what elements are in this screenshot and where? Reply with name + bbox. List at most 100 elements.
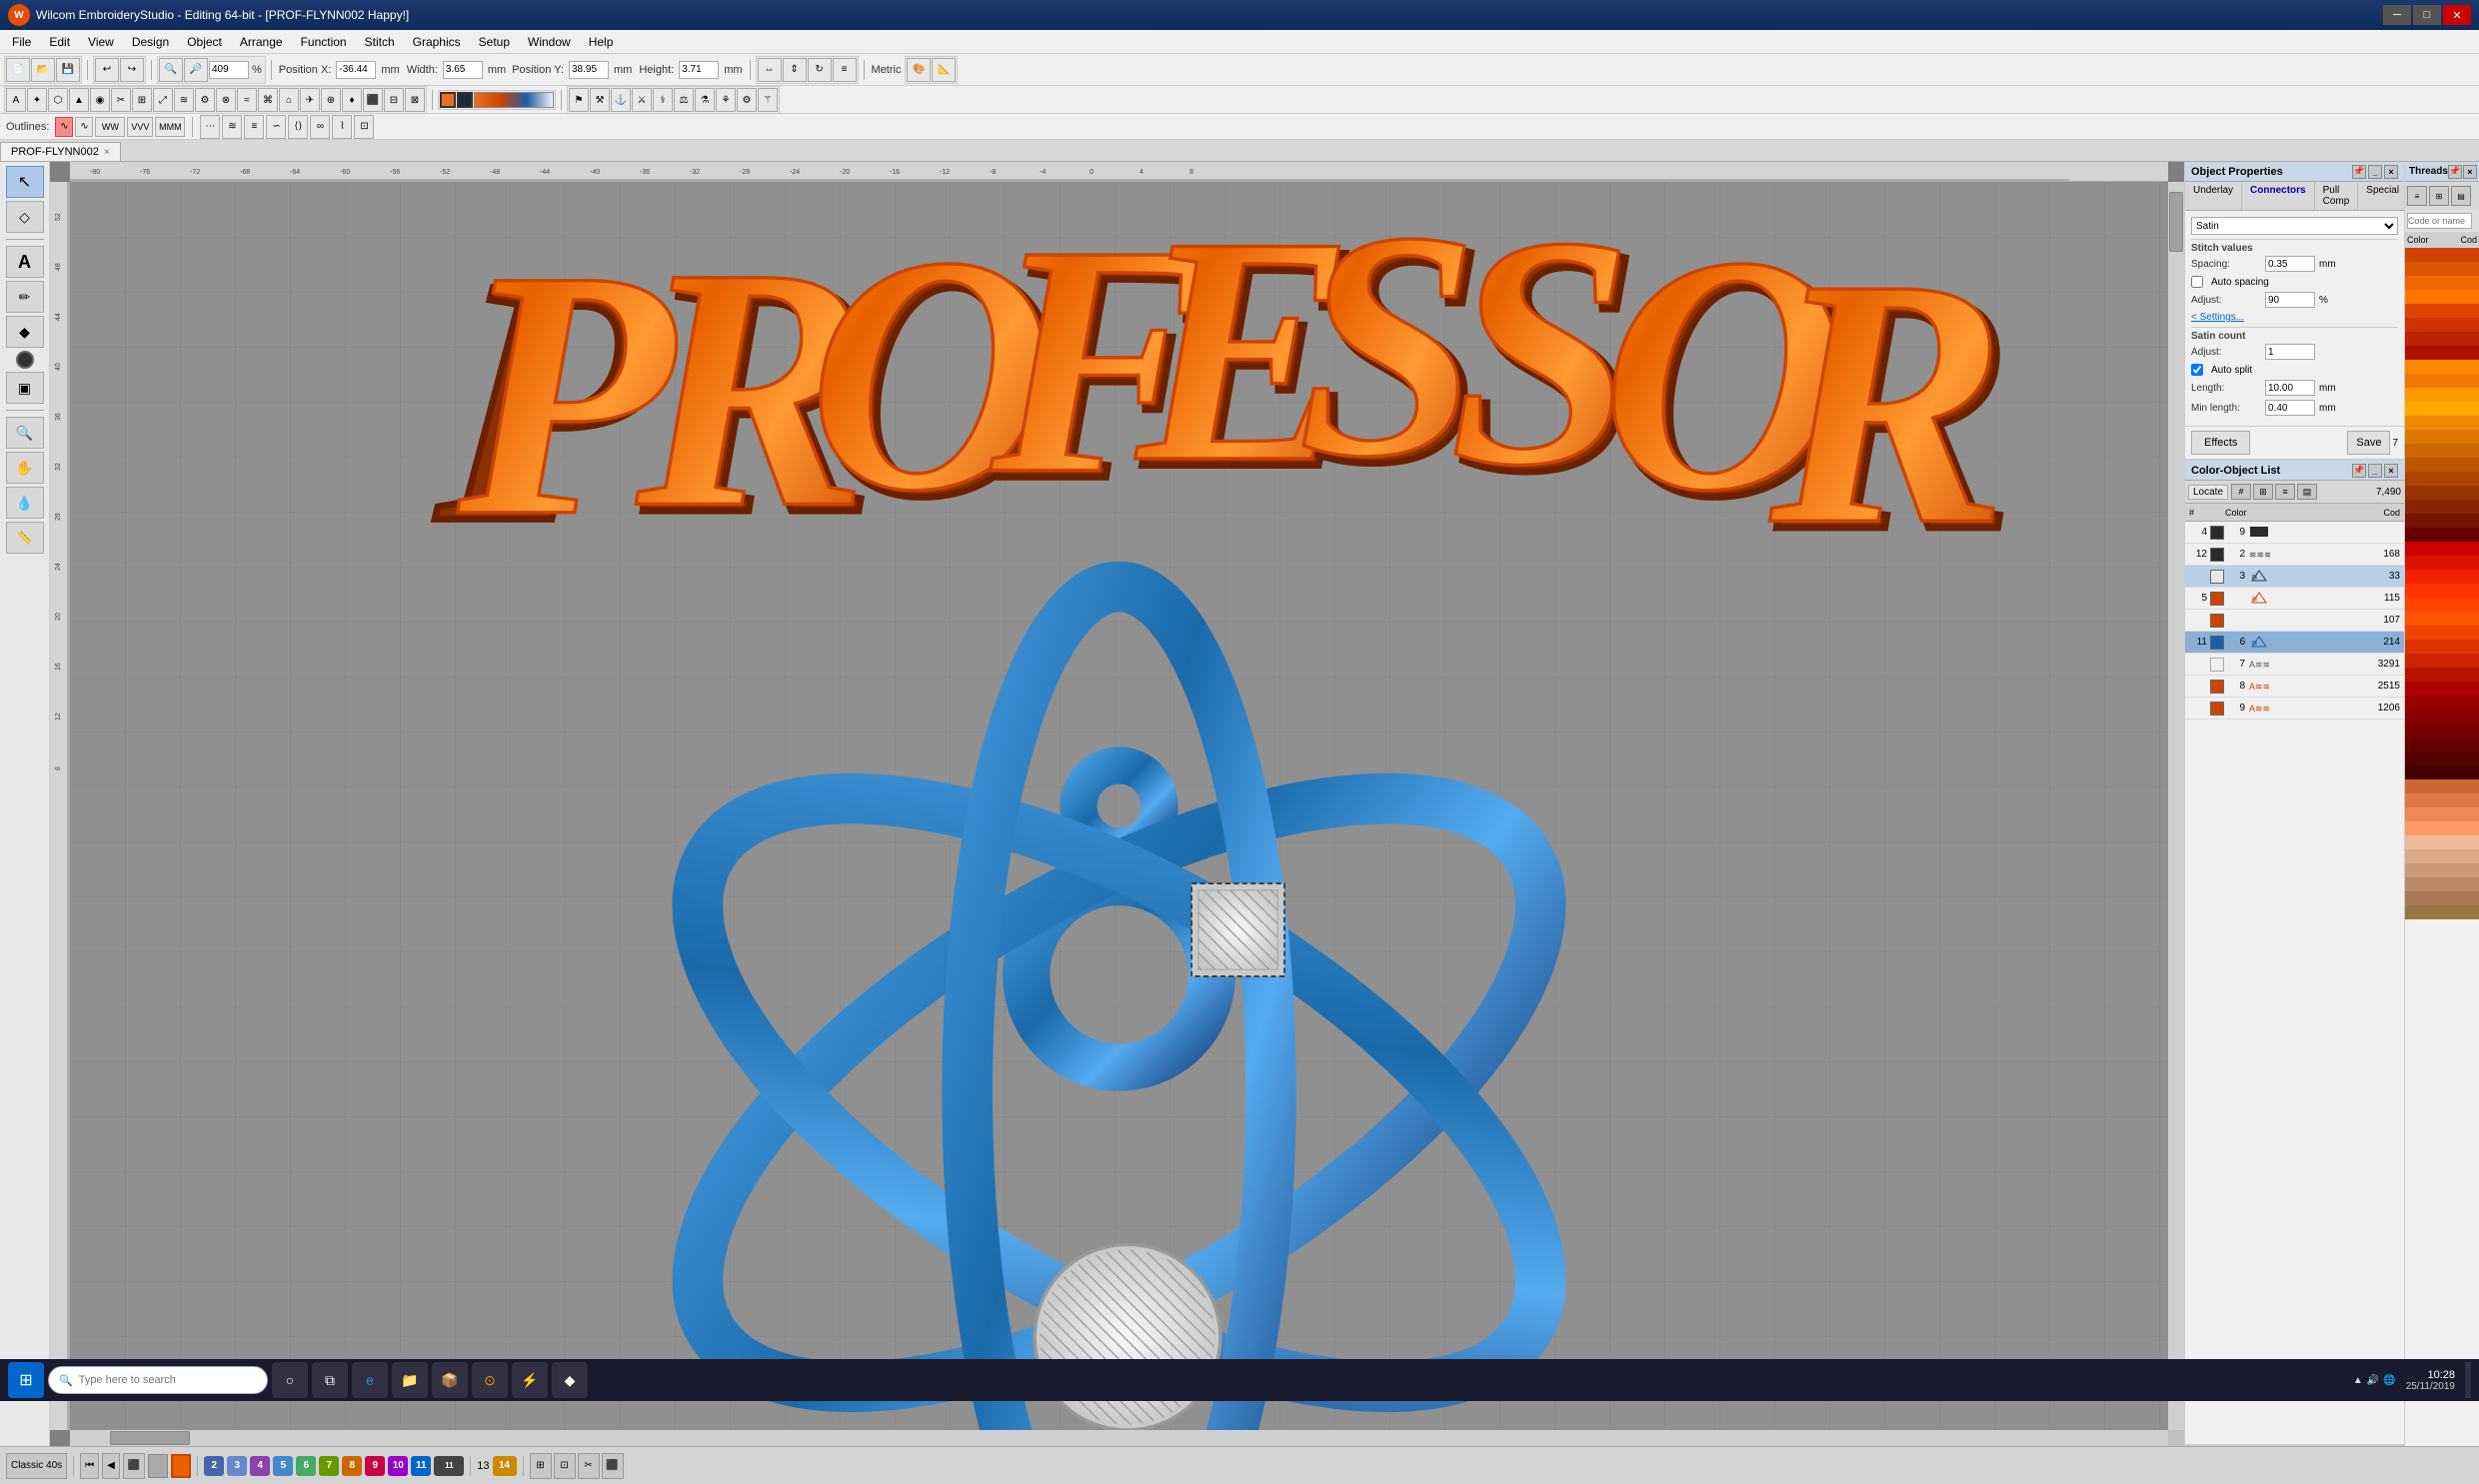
action-btn6[interactable]: ⚖ — [674, 88, 694, 112]
thread-swatch-42[interactable] — [2405, 821, 2479, 835]
thread-swatch-34[interactable] — [2405, 710, 2479, 724]
thread-swatch-37[interactable] — [2405, 751, 2479, 765]
col-panel-pin[interactable]: 📌 — [2352, 464, 2366, 478]
minimize-button[interactable]: ─ — [2383, 5, 2411, 25]
taskbar-cortana[interactable]: ○ — [272, 1362, 308, 1398]
thread-swatch-23[interactable] — [2405, 556, 2479, 570]
select-tool[interactable]: ↖ — [6, 166, 44, 198]
flip-h-btn[interactable]: ⇔ — [758, 58, 782, 82]
save-file-btn[interactable]: 💾 — [56, 58, 80, 82]
effects-button[interactable]: Effects — [2191, 431, 2250, 455]
bt-icon-4[interactable]: ⬛ — [602, 1453, 624, 1479]
outline-btn5[interactable]: MMM — [155, 117, 185, 137]
tab-icon-1[interactable]: # — [2231, 484, 2251, 500]
stitch-btn13[interactable]: ⌘ — [258, 88, 278, 112]
length-input[interactable]: 10.00 — [2265, 380, 2315, 396]
doc-tab-active[interactable]: PROF-FLYNN002 × — [0, 142, 121, 161]
threads-ctrl-1[interactable]: ≡ — [2407, 186, 2427, 206]
scroll-thumb-h[interactable] — [110, 1431, 190, 1445]
menu-object[interactable]: Object — [179, 33, 230, 51]
thread-swatch-41[interactable] — [2405, 807, 2479, 821]
stitch-btn3[interactable]: ⬡ — [48, 88, 68, 112]
hand-tool[interactable]: ✋ — [6, 452, 44, 484]
stitch-btn17[interactable]: ♦ — [342, 88, 362, 112]
threads-ctrl-2[interactable]: ⊞ — [2429, 186, 2449, 206]
thread-swatch-27[interactable] — [2405, 612, 2479, 626]
action-btn2[interactable]: ⚒ — [590, 88, 610, 112]
bt-num-4[interactable]: 4 — [250, 1456, 270, 1476]
bt-icon-2[interactable]: ⊡ — [554, 1453, 576, 1479]
thread-swatch-15[interactable] — [2405, 444, 2479, 458]
col-row-8[interactable]: 8 A≋≋ 2515 — [2185, 676, 2404, 698]
action-btn3[interactable]: ⚓ — [611, 88, 631, 112]
thread-swatch-40[interactable] — [2405, 793, 2479, 807]
new-btn[interactable]: 📄 — [6, 58, 30, 82]
thread-swatch-48[interactable] — [2405, 905, 2479, 919]
eyedropper-tool[interactable]: 💧 — [6, 487, 44, 519]
menu-view[interactable]: View — [80, 33, 122, 51]
thread-swatch-22[interactable] — [2405, 542, 2479, 556]
draw-tool[interactable]: ✏ — [6, 281, 44, 313]
col-row-2[interactable]: 12 2 ≋≋≋ 168 — [2185, 544, 2404, 566]
stitch-btn11[interactable]: ⊗ — [216, 88, 236, 112]
stitch-btn8[interactable]: ⤢ — [153, 88, 173, 112]
bt-swatch-1[interactable] — [148, 1454, 168, 1478]
open-btn[interactable]: 📂 — [31, 58, 55, 82]
stitch-btn16[interactable]: ⊕ — [321, 88, 341, 112]
action-btn9[interactable]: ⚙ — [737, 88, 757, 112]
redo-btn[interactable]: ↪ — [120, 58, 144, 82]
scroll-thumb-v[interactable] — [2169, 192, 2183, 252]
thread-swatch-10[interactable] — [2405, 374, 2479, 388]
threads-ctrl-3[interactable]: ▤ — [2451, 186, 2471, 206]
thread-swatch-8[interactable] — [2405, 346, 2479, 360]
menu-window[interactable]: Window — [520, 33, 579, 51]
doc-tab-close[interactable]: × — [104, 147, 110, 158]
tab-connectors[interactable]: Connectors — [2242, 182, 2315, 210]
undo-btn[interactable]: ↩ — [95, 58, 119, 82]
outline-btn4[interactable]: VVV — [127, 117, 153, 137]
style-btn1[interactable]: ⋯ — [200, 115, 220, 139]
panel-close-btn[interactable]: × — [2384, 165, 2398, 179]
thread-swatch-17[interactable] — [2405, 472, 2479, 486]
menu-arrange[interactable]: Arrange — [232, 33, 291, 51]
thread-swatch-13[interactable] — [2405, 416, 2479, 430]
thread-swatch-26[interactable] — [2405, 598, 2479, 612]
thread-swatch-21[interactable] — [2405, 528, 2479, 542]
threads-pin[interactable]: 📌 — [2448, 165, 2462, 179]
thread-swatch-12[interactable] — [2405, 402, 2479, 416]
stitch-btn14[interactable]: ⌂ — [279, 88, 299, 112]
pos-y-input[interactable]: 38.95 — [569, 61, 609, 79]
thread-swatch-5[interactable] — [2405, 304, 2479, 318]
thread-swatch-47[interactable] — [2405, 891, 2479, 905]
outline-btn3[interactable]: WW — [95, 117, 125, 137]
bt-num-9[interactable]: 9 — [365, 1456, 385, 1476]
thread-swatch-32[interactable] — [2405, 682, 2479, 696]
threads-search-input[interactable] — [2407, 213, 2472, 229]
tab-icon-4[interactable]: ▤ — [2297, 484, 2317, 500]
measure-tool[interactable]: 📏 — [6, 522, 44, 554]
search-input[interactable] — [79, 1374, 239, 1386]
thread-swatch-6[interactable] — [2405, 318, 2479, 332]
style-btn3[interactable]: ≡ — [244, 115, 264, 139]
panel-minimize[interactable]: _ — [2368, 165, 2382, 179]
stitch-btn5[interactable]: ◉ — [90, 88, 110, 112]
zoom-out-btn[interactable]: 🔎 — [184, 58, 208, 82]
action-btn10[interactable]: ⚚ — [758, 88, 778, 112]
bt-ctrl-1[interactable]: ⏮ — [80, 1453, 99, 1479]
tab-special[interactable]: Special — [2358, 182, 2408, 210]
zoom-tool[interactable]: 🔍 — [6, 417, 44, 449]
adjust-input[interactable]: 90 — [2265, 292, 2315, 308]
stitch-btn1[interactable]: A — [6, 88, 26, 112]
stitch-btn10[interactable]: ⚙ — [195, 88, 215, 112]
style-btn2[interactable]: ≋ — [222, 115, 242, 139]
display-btn2[interactable]: 📐 — [932, 58, 956, 82]
thread-swatch-44[interactable] — [2405, 849, 2479, 863]
thread-swatch-30[interactable] — [2405, 654, 2479, 668]
height-input[interactable]: 3.71 — [679, 61, 719, 79]
panel-pin[interactable]: 📌 — [2352, 165, 2366, 179]
datetime[interactable]: 10:28 25/11/2019 — [2406, 1369, 2455, 1392]
stitch-btn4[interactable]: ▲ — [69, 88, 89, 112]
outline-btn1[interactable]: ∿ — [55, 117, 73, 137]
thread-swatch-9[interactable] — [2405, 360, 2479, 374]
thread-swatch-36[interactable] — [2405, 738, 2479, 751]
